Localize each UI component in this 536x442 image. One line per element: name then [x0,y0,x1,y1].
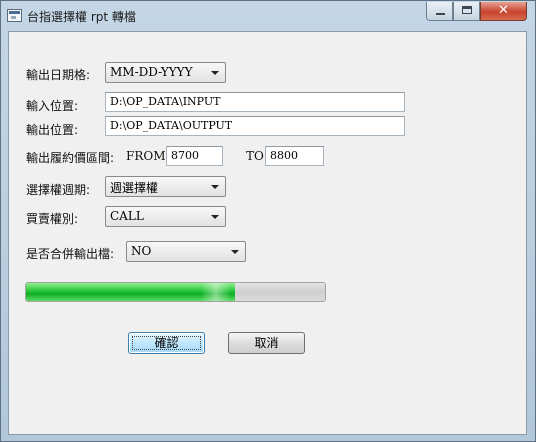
maximize-button[interactable] [453,2,480,21]
date-format-select[interactable]: MM-DD-YYYY [105,62,226,83]
call-put-label: 買賣權別: [26,212,79,226]
input-location-field[interactable]: D:\OP_DATA\INPUT [105,92,405,112]
minimize-icon [436,13,445,15]
from-label: FROM [126,149,166,163]
merge-output-value: NO [131,244,152,258]
strike-from-field[interactable]: 8700 [166,146,223,166]
title-bar[interactable]: 台指選擇權 rpt 轉檔 ✕ [1,1,535,31]
option-period-value: 週選擇權 [110,181,159,195]
cancel-button[interactable]: 取消 [228,332,305,354]
progress-bar [25,282,326,302]
cancel-button-label: 取消 [254,336,279,350]
main-window: 台指選擇權 rpt 轉檔 ✕ 輸出日期格: MM-DD-YYYY 輸入位置: D… [0,0,536,442]
output-location-field[interactable]: D:\OP_DATA\OUTPUT [105,116,405,136]
form-panel: 輸出日期格: MM-DD-YYYY 輸入位置: D:\OP_DATA\INPUT… [8,31,527,435]
close-button[interactable]: ✕ [480,2,527,21]
ok-button[interactable]: 確認 [128,332,205,354]
output-location-label: 輸出位置: [26,123,79,137]
chevron-down-icon [211,185,219,189]
focus-rectangle [132,336,201,350]
strike-range-label: 輸出履約價區間: [26,151,115,165]
chevron-down-icon [211,215,219,219]
minimize-button[interactable] [426,2,453,21]
close-icon: ✕ [498,3,509,18]
strike-to-field[interactable]: 8800 [265,146,324,166]
chevron-down-icon [231,250,239,254]
option-period-select[interactable]: 週選擇權 [105,176,226,197]
chevron-down-icon [211,71,219,75]
progress-glow [201,283,232,301]
window-title: 台指選擇權 rpt 轉檔 [27,10,136,24]
merge-output-label: 是否合併輸出檔: [26,247,115,261]
option-period-label: 選擇權週期: [26,183,91,197]
date-format-label: 輸出日期格: [26,68,91,82]
call-put-value: CALL [110,209,144,223]
maximize-icon [462,6,472,14]
date-format-value: MM-DD-YYYY [110,65,193,79]
merge-output-select[interactable]: NO [126,241,246,262]
to-label: TO [246,149,264,163]
input-location-label: 輸入位置: [26,99,79,113]
call-put-select[interactable]: CALL [105,206,226,227]
app-icon [7,9,22,22]
